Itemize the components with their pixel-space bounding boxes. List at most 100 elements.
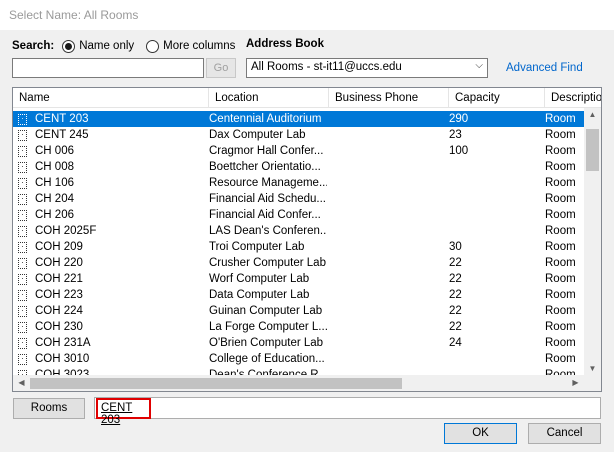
table-row[interactable]: · COH 3010 College of Education... Room xyxy=(13,351,584,367)
column-header-capacity[interactable]: Capacity xyxy=(449,88,545,108)
search-row: Search: Name only More columns xyxy=(12,38,247,54)
table-cell: CENT 203 xyxy=(35,113,89,125)
chevron-right-icon[interactable]: ▶ xyxy=(567,378,584,387)
search-input[interactable] xyxy=(12,58,204,78)
rooms-field[interactable]: CENT 203 xyxy=(94,397,601,426)
vertical-scrollbar[interactable]: ▲ ▼ xyxy=(584,108,601,375)
column-header-name[interactable]: Name xyxy=(13,88,209,108)
table-cell: COH 2025F xyxy=(35,225,97,237)
horizontal-scrollbar[interactable]: ◀ ▶ xyxy=(13,375,584,391)
table-cell: COH 3010 xyxy=(35,353,90,365)
column-header-description[interactable]: Descriptio xyxy=(545,88,601,108)
table-cell: O'Brien Computer Lab xyxy=(209,337,324,349)
table-cell xyxy=(329,335,447,351)
table-cell xyxy=(329,111,447,127)
table-row[interactable]: · CH 008 Boettcher Orientatio... Room xyxy=(13,159,584,175)
column-header-location[interactable]: Location xyxy=(209,88,329,108)
checkbox-icon: · xyxy=(18,146,27,157)
ok-button[interactable]: OK xyxy=(444,423,517,444)
checkbox-icon: · xyxy=(18,354,27,365)
search-label: Search: xyxy=(12,40,55,52)
table-cell: CH 204 xyxy=(35,193,74,205)
table-cell xyxy=(329,127,447,143)
table-cell xyxy=(329,303,447,319)
chevron-down-icon[interactable]: ⌵ xyxy=(475,60,483,71)
rooms-field-value[interactable]: CENT 203 xyxy=(96,398,151,426)
table-row[interactable]: · COH 209 Troi Computer Lab 30 Room xyxy=(13,239,584,255)
go-button[interactable]: Go xyxy=(206,58,236,78)
checkbox-icon: · xyxy=(18,162,27,173)
table-cell: CENT 245 xyxy=(35,129,89,141)
table-cell xyxy=(329,351,447,367)
checkbox-icon: · xyxy=(18,290,27,301)
table-cell: Worf Computer Lab xyxy=(209,273,310,285)
table-cell: CH 206 xyxy=(35,209,74,221)
chevron-left-icon[interactable]: ◀ xyxy=(13,378,30,387)
table-cell: 22 xyxy=(449,289,462,301)
table-cell: COH 209 xyxy=(35,241,83,253)
table-cell xyxy=(329,319,447,335)
table-cell: Data Computer Lab xyxy=(209,289,310,301)
scrollbar-corner xyxy=(584,375,601,391)
table-cell: 30 xyxy=(449,241,462,253)
table-row[interactable]: · CH 106 Resource Manageme... Room xyxy=(13,175,584,191)
radio-name-only[interactable]: Name only xyxy=(62,39,134,53)
table-row[interactable]: · CENT 245 Dax Computer Lab 23 Room xyxy=(13,127,584,143)
table-cell: CH 106 xyxy=(35,177,74,189)
chevron-down-icon[interactable]: ▼ xyxy=(584,364,601,373)
table-row[interactable]: · CH 206 Financial Aid Confer... Room xyxy=(13,207,584,223)
checkbox-icon: · xyxy=(18,338,27,349)
table-row[interactable]: · COH 220 Crusher Computer Lab 22 Room xyxy=(13,255,584,271)
table-cell xyxy=(329,191,447,207)
table-cell xyxy=(449,191,543,207)
table-cell xyxy=(329,287,447,303)
chevron-up-icon[interactable]: ▲ xyxy=(584,110,601,119)
cancel-button[interactable]: Cancel xyxy=(528,423,601,444)
radio-more-columns-label: More columns xyxy=(163,40,236,52)
table-row[interactable]: · COH 2025F LAS Dean's Conferen... Room xyxy=(13,223,584,239)
advanced-find-link[interactable]: Advanced Find xyxy=(506,62,583,74)
list-header: Name Location Business Phone Capacity De… xyxy=(13,88,601,108)
table-row[interactable]: · CH 204 Financial Aid Schedu... Room xyxy=(13,191,584,207)
table-cell: 22 xyxy=(449,305,462,317)
table-cell: 22 xyxy=(449,321,462,333)
radio-unselected-icon[interactable] xyxy=(146,39,160,53)
table-cell: LAS Dean's Conferen... xyxy=(209,225,327,237)
checkbox-icon: · xyxy=(18,274,27,285)
table-row[interactable]: · COH 221 Worf Computer Lab 22 Room xyxy=(13,271,584,287)
table-cell xyxy=(449,351,543,367)
table-cell: 23 xyxy=(449,129,462,141)
table-cell: COH 224 xyxy=(35,305,83,317)
table-row[interactable]: · COH 230 La Forge Computer L... 22 Room xyxy=(13,319,584,335)
table-cell xyxy=(449,207,543,223)
address-book-select[interactable]: All Rooms - st-it11@uccs.edu ⌵ xyxy=(246,58,488,78)
rooms-button[interactable]: Rooms xyxy=(13,398,85,419)
checkbox-icon: · xyxy=(18,130,27,141)
table-cell: COH 220 xyxy=(35,257,83,269)
column-header-business-phone[interactable]: Business Phone xyxy=(329,88,449,108)
checkbox-icon: · xyxy=(18,114,27,125)
table-cell xyxy=(329,175,447,191)
checkbox-icon: · xyxy=(18,258,27,269)
list-rows: · CENT 203 Centennial Auditorium 290 Room · CE… xyxy=(13,111,584,383)
table-cell: Cragmor Hall Confer... xyxy=(209,145,324,157)
table-cell xyxy=(329,239,447,255)
table-cell: 290 xyxy=(449,113,469,125)
table-cell xyxy=(329,207,447,223)
table-cell: Guinan Computer Lab xyxy=(209,305,323,317)
table-cell: Troi Computer Lab xyxy=(209,241,305,253)
table-row[interactable]: · COH 224 Guinan Computer Lab 22 Room xyxy=(13,303,584,319)
table-cell: COH 221 xyxy=(35,273,83,285)
table-row[interactable]: · COH 223 Data Computer Lab 22 Room xyxy=(13,287,584,303)
radio-more-columns[interactable]: More columns xyxy=(146,39,236,53)
table-cell xyxy=(329,223,447,239)
checkbox-icon: · xyxy=(18,242,27,253)
radio-selected-icon[interactable] xyxy=(62,39,76,53)
table-row[interactable]: · CH 006 Cragmor Hall Confer... 100 Room xyxy=(13,143,584,159)
checkbox-icon: · xyxy=(18,178,27,189)
horizontal-scroll-thumb[interactable] xyxy=(30,378,402,389)
table-cell xyxy=(329,255,447,271)
vertical-scroll-thumb[interactable] xyxy=(586,129,599,171)
table-row[interactable]: · CENT 203 Centennial Auditorium 290 Room xyxy=(13,111,584,127)
table-row[interactable]: · COH 231A O'Brien Computer Lab 24 Room xyxy=(13,335,584,351)
